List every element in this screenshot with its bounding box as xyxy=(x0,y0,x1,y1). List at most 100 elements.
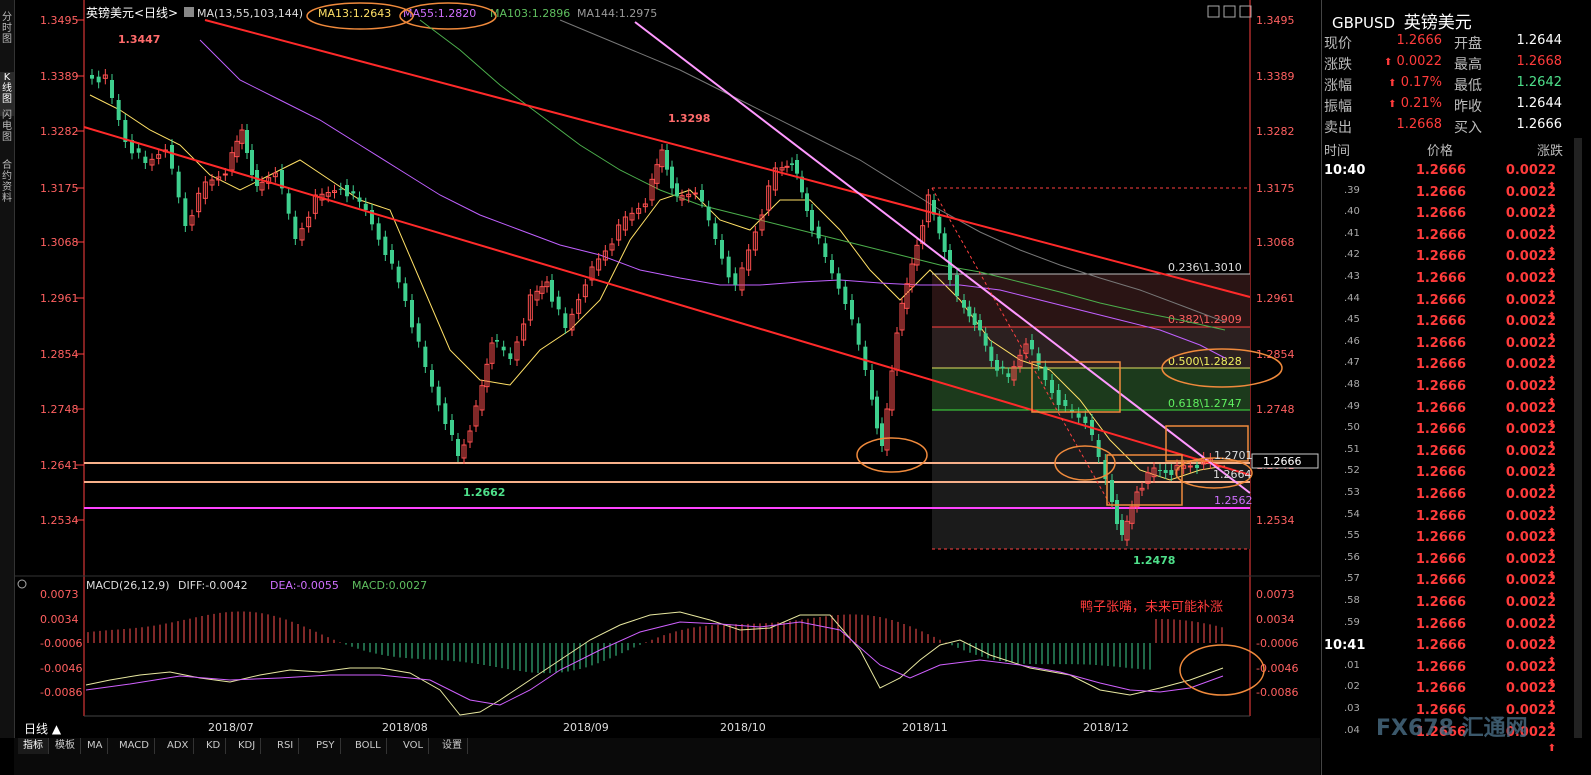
macd-label-left: -0.0006 xyxy=(40,637,82,650)
candle-body xyxy=(416,323,421,342)
indicator-tab-0[interactable]: 指标 xyxy=(18,738,49,754)
candle-body xyxy=(143,156,148,163)
indicator-tab-10[interactable]: VOL xyxy=(398,738,430,754)
tick-price: 1.2666 xyxy=(1415,595,1466,610)
chart-window-icon-3[interactable] xyxy=(1239,5,1252,18)
indicator-tab-3[interactable]: MACD xyxy=(114,738,155,754)
up-arrow-icon: ⬆ xyxy=(1383,57,1393,68)
indicator-tab-4[interactable]: ADX xyxy=(162,738,195,754)
candle-body xyxy=(450,420,454,435)
candle-body xyxy=(390,250,394,264)
tick-price: 1.2666 xyxy=(1415,400,1466,416)
indicator-tab-9[interactable]: BOLL xyxy=(350,738,387,754)
tick-price: 1.2666 xyxy=(1415,292,1466,308)
date-label: 2018/11 xyxy=(902,721,948,734)
price-label-right: 1.3389 xyxy=(1256,70,1295,83)
macd-histogram xyxy=(87,611,1223,674)
quote-row: 现价 1.2666 开盘 1.2644 xyxy=(1322,33,1591,54)
tick-time: .39 xyxy=(1344,184,1360,196)
candle-body xyxy=(670,166,674,189)
level-label-1: 1.2701 xyxy=(1214,449,1253,462)
price-label-right: 1.2961 xyxy=(1256,292,1295,305)
ma-settings-icon[interactable] xyxy=(184,7,194,17)
candle-body xyxy=(183,198,188,226)
tick-time: 10:40 xyxy=(1324,163,1366,178)
chart-window-icon-1[interactable] xyxy=(1207,5,1220,18)
fib-label-618: 0.618\1.2747 xyxy=(1168,397,1242,410)
period-button[interactable]: 日线 ▲ xyxy=(24,722,62,736)
tick-row: .59 1.2666 0.0022 ⬆ xyxy=(1322,617,1569,646)
price-label-left: 1.2961 xyxy=(40,292,79,305)
candle-body xyxy=(836,273,841,289)
tick-time: .44 xyxy=(1344,292,1360,304)
tick-price: 1.2666 xyxy=(1415,573,1466,589)
candle-body xyxy=(1083,416,1088,423)
up-arrow-icon: ⬆ xyxy=(1388,78,1397,89)
tick-header-time: 时间 xyxy=(1324,144,1351,159)
quote-row: 振幅 ⬆ 0.21% 昨收 1.2644 xyxy=(1322,96,1591,117)
candle-body xyxy=(456,439,460,456)
tick-price: 1.2666 xyxy=(1415,184,1466,200)
tick-price: 1.2666 xyxy=(1415,530,1466,546)
ma55-value: MA55:1.2820 xyxy=(403,7,476,20)
candle-body xyxy=(784,165,790,168)
indicator-tab-7[interactable]: RSI xyxy=(272,738,300,754)
indicator-tab-bar: 指标 模板 MA MACD ADX KD KDJ RSI PSY BOLL VOL 设置 xyxy=(14,738,1320,775)
quote-label: 现价 xyxy=(1324,36,1352,52)
watermark: FX678 汇通网 xyxy=(1376,716,1528,741)
tick-price: 1.2666 xyxy=(1415,681,1466,697)
kline-chart[interactable]: 1.3495 1.3495 1.3389 1.3389 1.3282 1.3282 1.31… xyxy=(0,0,1320,738)
ma144-value: MA144:1.2975 xyxy=(577,7,657,20)
tick-row: 10:40 1.2666 0.0022 ⬆ xyxy=(1322,163,1569,192)
quote-label: 卖出 xyxy=(1324,120,1352,136)
indicator-tab-2[interactable]: MA xyxy=(82,738,109,754)
ma13-value: MA13:1.2643 xyxy=(318,7,391,20)
tick-price: 1.2666 xyxy=(1415,271,1466,286)
quote-label: 涨跌 xyxy=(1324,57,1352,73)
indicator-tab-5[interactable]: KD xyxy=(201,738,227,754)
candle-body xyxy=(790,163,794,165)
candle-body xyxy=(410,300,414,328)
tick-row: .56 1.2666 0.0022 ⬆ xyxy=(1322,552,1569,581)
tick-time: .50 xyxy=(1344,422,1360,434)
tick-time: .43 xyxy=(1344,271,1360,282)
macd-value: MACD:0.0027 xyxy=(352,579,427,592)
indicator-tab-11[interactable]: 设置 xyxy=(437,738,468,754)
candle-body xyxy=(983,333,988,346)
macd-label-left: -0.0046 xyxy=(40,662,82,675)
tick-time: .03 xyxy=(1344,703,1360,714)
price-label-left: 1.2854 xyxy=(40,348,79,361)
macd-annotation-note: 鸭子张嘴，未来可能补涨 xyxy=(1080,600,1223,615)
quote-value: 1.2666 xyxy=(1396,33,1443,48)
macd-label-right: 0.0034 xyxy=(1256,613,1295,626)
indicator-tab-6[interactable]: KDJ xyxy=(233,738,262,754)
price-label-right: 1.3282 xyxy=(1256,125,1295,138)
candle-body xyxy=(345,185,349,197)
tick-time: .57 xyxy=(1344,573,1360,585)
indicator-tab-8[interactable]: PSY xyxy=(311,738,341,754)
candle-body xyxy=(937,216,942,234)
candle-body xyxy=(1043,366,1048,380)
candle-body xyxy=(550,280,554,302)
price-label-right: 1.3068 xyxy=(1256,236,1295,249)
macd-label: MACD(26,12,9) xyxy=(86,579,170,592)
macd-settings-icon[interactable] xyxy=(17,579,27,589)
candle-body xyxy=(850,300,854,320)
indicator-tab-1[interactable]: 模板 xyxy=(50,738,81,754)
candle-body xyxy=(1120,520,1124,535)
candle-body xyxy=(1158,470,1162,471)
quote-value: ⬆ 0.0022 xyxy=(1383,54,1442,69)
chart-window-icon-2[interactable] xyxy=(1223,5,1236,18)
tick-row: .44 1.2666 0.0022 ⬆ xyxy=(1322,292,1569,322)
tick-scrollbar[interactable] xyxy=(1574,138,1582,738)
tick-row: .53 1.2666 0.0022 ⬆ xyxy=(1322,487,1569,516)
candle-body xyxy=(978,320,982,331)
tick-price: 1.2666 xyxy=(1415,659,1466,675)
low-label-1: 1.2662 xyxy=(463,486,505,499)
candle-body xyxy=(495,340,499,342)
candle-body xyxy=(816,226,821,239)
quote-label: 涨幅 xyxy=(1324,78,1352,94)
tick-price: 1.2666 xyxy=(1415,638,1466,654)
tick-time: .48 xyxy=(1344,379,1360,390)
candle-body xyxy=(967,306,972,317)
